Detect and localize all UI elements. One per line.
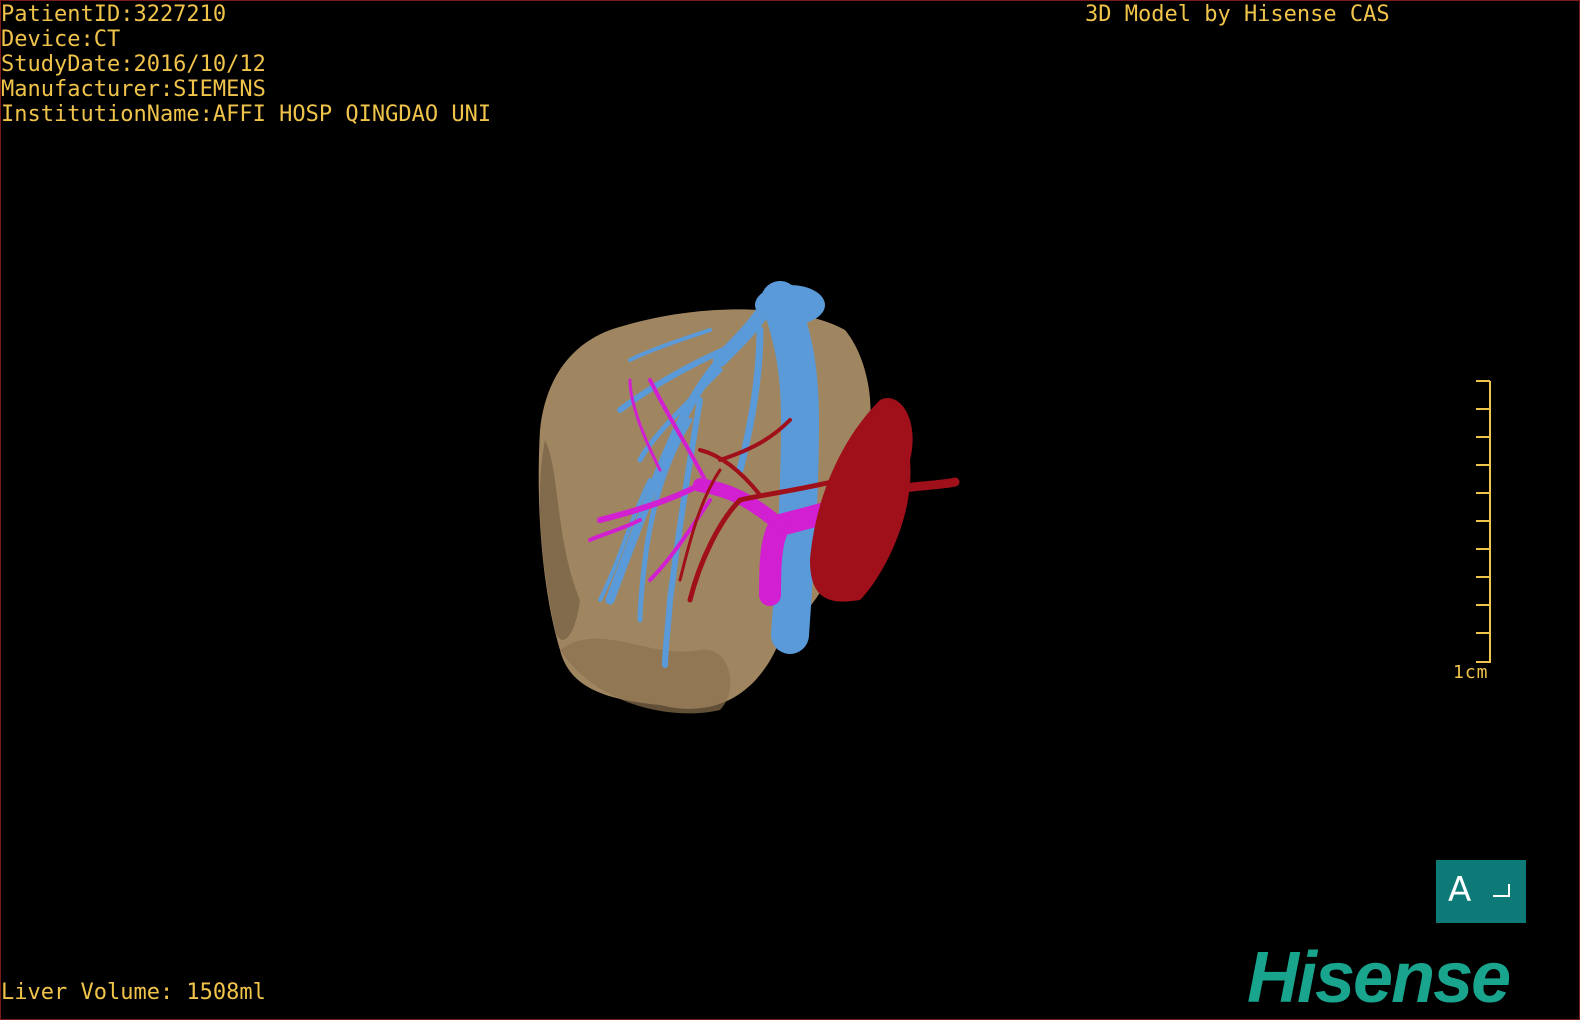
- orientation-corner-icon: [1493, 884, 1510, 897]
- study-date: StudyDate:2016/10/12: [1, 52, 266, 77]
- manufacturer: Manufacturer:SIEMENS: [1, 77, 266, 102]
- model-credit: 3D Model by Hisense CAS: [1085, 2, 1390, 27]
- institution-name: InstitutionName:AFFI HOSP QINGDAO UNI: [1, 102, 492, 127]
- orientation-letter: A: [1448, 870, 1472, 910]
- 3d-render-viewport[interactable]: [0, 0, 1580, 1020]
- liver-shading: [560, 638, 731, 714]
- liver-volume: Liver Volume: 1508ml: [1, 980, 266, 1005]
- device: Device:CT: [1, 27, 121, 52]
- orientation-indicator[interactable]: A: [1436, 860, 1526, 923]
- patient-id: PatientID:3227210: [1, 2, 227, 27]
- scale-bar: [1476, 380, 1491, 663]
- hisense-logo: Hisense: [1247, 938, 1511, 1018]
- dicom-info-overlay: PatientID:3227210 Device:CT StudyDate:20…: [1, 2, 491, 127]
- scale-label: 1cm: [1453, 662, 1489, 683]
- hepatic-vein-confluence: [755, 285, 825, 325]
